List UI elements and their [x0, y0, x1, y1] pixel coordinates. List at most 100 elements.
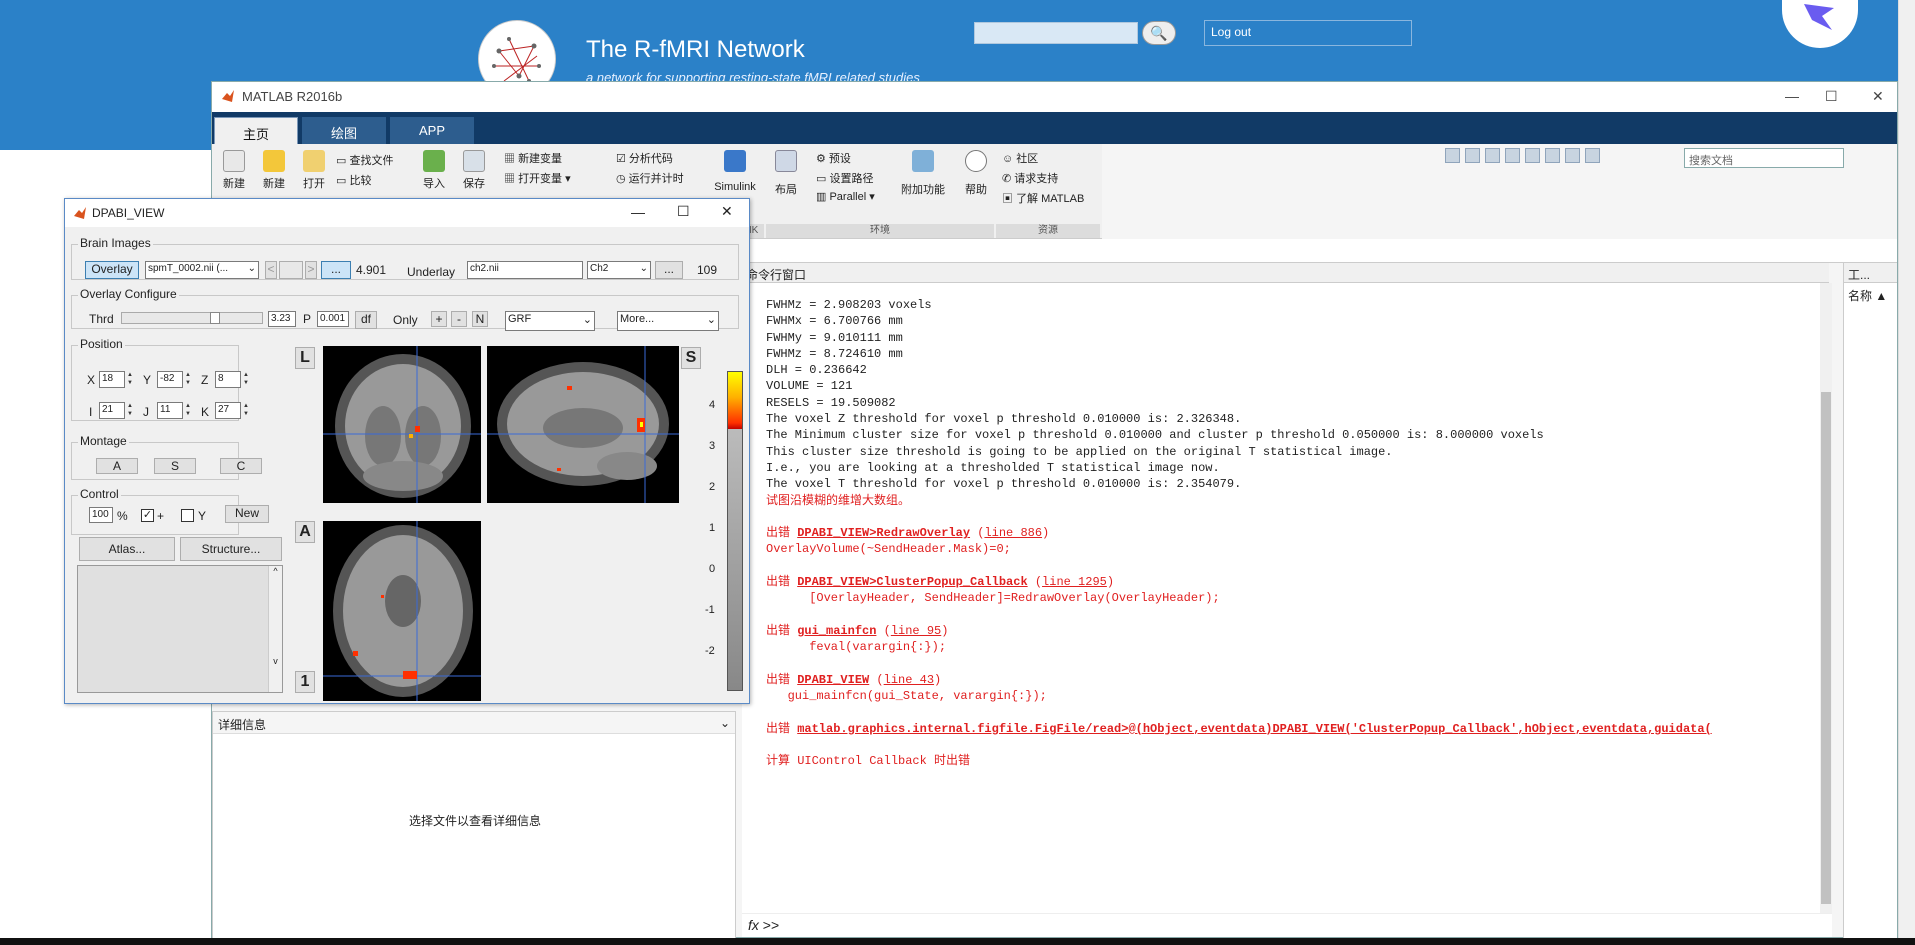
minimize-button[interactable]: — — [631, 204, 645, 220]
view-s-button[interactable]: S — [681, 347, 701, 369]
prev-button[interactable]: < — [265, 261, 277, 279]
error-function-link[interactable]: DPABI_VIEW>RedrawOverlay — [797, 526, 970, 540]
close-button[interactable]: ✕ — [721, 203, 733, 220]
undo-icon[interactable] — [1525, 148, 1540, 163]
montage-a-button[interactable]: A — [96, 458, 138, 474]
threshold-slider[interactable] — [121, 312, 263, 324]
save-icon[interactable] — [1445, 148, 1460, 163]
new-button[interactable]: 新建 — [258, 150, 290, 191]
tab-apps[interactable]: APP — [390, 117, 474, 144]
sagittal-view[interactable] — [487, 346, 679, 503]
minimize-button[interactable]: — — [1785, 88, 1799, 104]
underlay-browse-button[interactable]: ... — [655, 261, 683, 279]
save-workspace-button[interactable]: 保存 — [458, 150, 490, 191]
more-select[interactable]: More... ⌄ — [617, 311, 719, 331]
copy-icon[interactable] — [1485, 148, 1500, 163]
j-stepper[interactable]: ▲ ▼ — [185, 402, 192, 419]
community-button[interactable]: ☺ 社区 — [1002, 150, 1097, 166]
paste-icon[interactable] — [1505, 148, 1520, 163]
error-line-link[interactable]: line 886 — [984, 526, 1042, 540]
only-plus-button[interactable]: + — [431, 311, 447, 327]
redo-icon[interactable] — [1545, 148, 1560, 163]
maximize-button[interactable]: ☐ — [677, 203, 690, 220]
error-function-link[interactable]: DPABI_VIEW — [797, 673, 869, 687]
zoom-input[interactable]: 100 — [89, 507, 113, 523]
y-stepper[interactable]: ▲ ▼ — [185, 371, 192, 388]
structure-button[interactable]: Structure... — [180, 537, 282, 561]
error-line-link[interactable]: line 43 — [884, 673, 934, 687]
simulink-button[interactable]: Simulink — [710, 150, 760, 193]
view-l-button[interactable]: L — [295, 347, 315, 369]
i-stepper[interactable]: ▲ ▼ — [127, 402, 134, 419]
info-listbox[interactable]: ^ v — [77, 565, 283, 693]
error-line-link[interactable]: line 95 — [891, 624, 941, 638]
avatar[interactable] — [1782, 0, 1858, 48]
n-button[interactable]: N — [472, 311, 488, 327]
error-function-link[interactable]: gui_mainfcn — [797, 624, 876, 638]
overlay-browse-button[interactable]: ... — [321, 261, 351, 279]
correction-select[interactable]: GRF ⌄ — [505, 311, 595, 331]
x-stepper[interactable]: ▲ ▼ — [127, 371, 134, 388]
next-button[interactable]: > — [305, 261, 317, 279]
underlay-template-select[interactable]: Ch2 ⌄ — [587, 261, 651, 279]
learn-matlab-button[interactable]: ▣ 了解 MATLAB — [1002, 190, 1097, 206]
command-prompt[interactable]: fx >> — [742, 913, 1832, 937]
workspace-column-name[interactable]: 名称 ▲ — [1844, 283, 1897, 308]
new-button[interactable]: New — [225, 505, 269, 523]
command-window-output[interactable]: FWHMz = 2.908203 voxels FWHMx = 6.700766 … — [742, 283, 1830, 913]
overlay-button[interactable]: Overlay — [85, 261, 139, 279]
view-a-button[interactable]: A — [295, 521, 315, 543]
montage-c-button[interactable]: C — [220, 458, 262, 474]
help-icon[interactable] — [1585, 148, 1600, 163]
browser-scrollbar[interactable] — [1898, 0, 1915, 945]
j-input[interactable]: 11 — [157, 402, 183, 419]
atlas-button[interactable]: Atlas... — [79, 537, 175, 561]
maximize-button[interactable]: ☐ — [1825, 88, 1838, 105]
search-icon[interactable]: 🔍 — [1142, 21, 1176, 45]
i-input[interactable]: 21 — [99, 402, 125, 419]
site-search-input[interactable] — [974, 22, 1138, 44]
only-minus-button[interactable]: - — [451, 311, 467, 327]
doc-search-input[interactable]: 搜索文档 — [1684, 148, 1844, 168]
k-stepper[interactable]: ▲ ▼ — [243, 402, 250, 419]
view-1-button[interactable]: 1 — [295, 671, 315, 693]
p-value-input[interactable]: 0.001 — [317, 311, 349, 327]
threshold-input[interactable]: 3.23 — [268, 311, 296, 327]
underlay-file-input[interactable]: ch2.nii — [467, 261, 583, 279]
run-and-time-button[interactable]: ◷ 运行并计时 — [616, 170, 696, 186]
open-button[interactable]: 打开 — [298, 150, 330, 191]
find-files-button[interactable]: ▭ 查找文件 — [336, 152, 406, 168]
close-button[interactable]: ✕ — [1872, 88, 1884, 105]
slider-handle[interactable] — [210, 312, 220, 324]
new-variable-button[interactable]: ▦ 新建变量 — [504, 150, 584, 166]
switch-window-icon[interactable] — [1565, 148, 1580, 163]
preferences-button[interactable]: ⚙ 预设 — [816, 150, 896, 166]
parallel-button[interactable]: ▥ Parallel ▾ — [816, 190, 896, 203]
chevron-down-icon[interactable]: ⌄ — [720, 716, 730, 730]
details-header[interactable]: 详细信息 ⌄ — [213, 712, 735, 734]
error-function-link[interactable]: matlab.graphics.internal.figfile.FigFile… — [797, 722, 1712, 736]
overlay-file-select[interactable]: spmT_0002.nii (... ⌄ — [145, 261, 259, 279]
set-path-button[interactable]: ▭ 设置路径 — [816, 170, 896, 186]
new-script-button[interactable]: 新建 — [218, 150, 250, 191]
y-checkbox[interactable] — [181, 509, 194, 522]
y-input[interactable]: -82 — [157, 371, 183, 388]
z-stepper[interactable]: ▲ ▼ — [243, 371, 250, 388]
open-variable-button[interactable]: ▦ 打开变量 ▾ — [504, 170, 584, 186]
x-input[interactable]: 18 — [99, 371, 125, 388]
request-support-button[interactable]: ✆ 请求支持 — [1002, 170, 1097, 186]
compare-button[interactable]: ▭ 比较 — [336, 172, 406, 188]
listbox-scrollbar[interactable]: ^ v — [268, 566, 282, 692]
addons-button[interactable]: 附加功能 — [898, 150, 948, 197]
cut-icon[interactable] — [1465, 148, 1480, 163]
analyze-code-button[interactable]: ☑ 分析代码 — [616, 150, 696, 166]
df-button[interactable]: df — [355, 311, 377, 329]
help-button[interactable]: 帮助 — [960, 150, 992, 197]
crosshair-checkbox[interactable]: ✓ — [141, 509, 154, 522]
error-line-link[interactable]: line 1295 — [1042, 575, 1107, 589]
error-function-link[interactable]: DPABI_VIEW>ClusterPopup_Callback — [797, 575, 1027, 589]
tab-plots[interactable]: 绘图 — [302, 117, 386, 144]
layout-button[interactable]: 布局 — [768, 150, 804, 197]
k-input[interactable]: 27 — [215, 402, 241, 419]
coronal-view[interactable] — [323, 346, 481, 503]
